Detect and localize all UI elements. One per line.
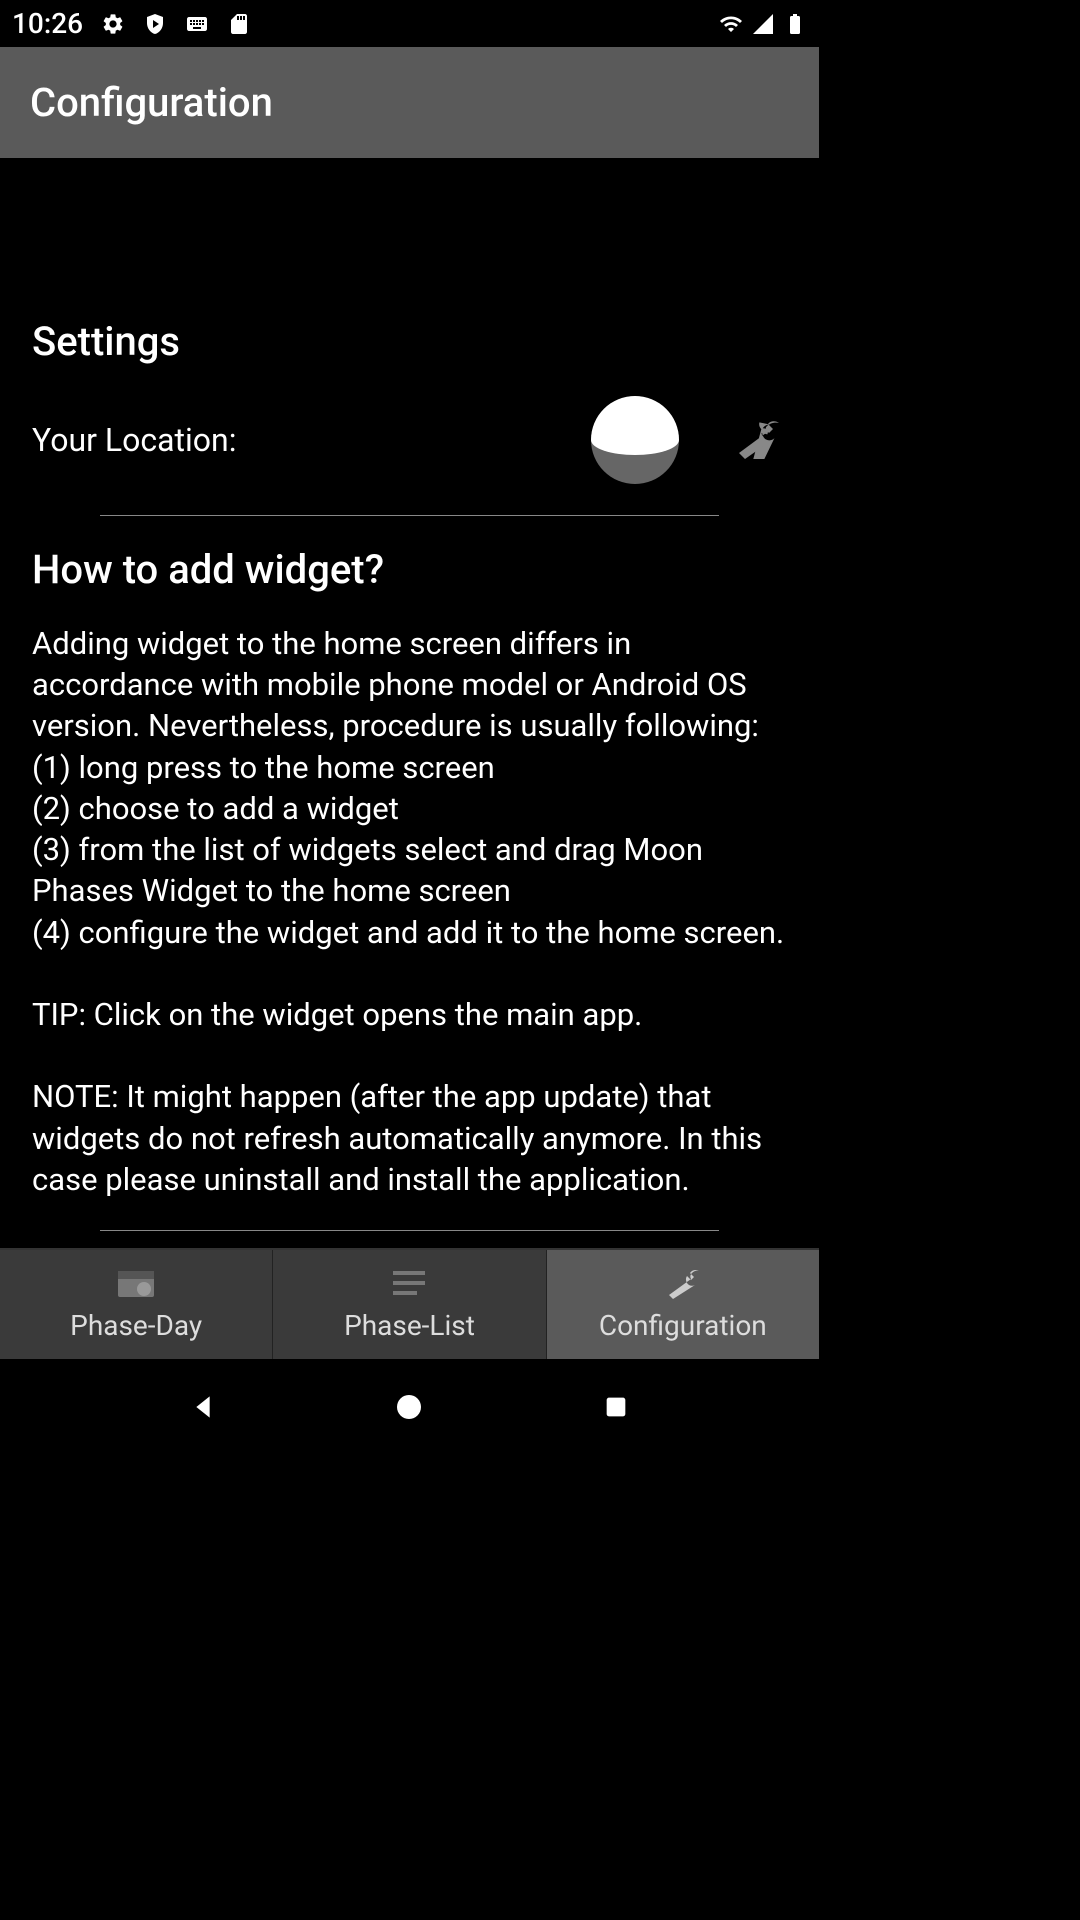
back-button[interactable] [179, 1383, 227, 1431]
play-shield-icon [143, 12, 167, 36]
home-button[interactable] [385, 1383, 433, 1431]
location-icons [590, 395, 787, 485]
list-icon [387, 1267, 431, 1299]
status-right-group [719, 12, 807, 36]
location-row: Your Location: [32, 395, 787, 485]
sd-card-icon [227, 12, 251, 36]
gear-icon [101, 12, 125, 36]
wifi-icon [719, 12, 743, 36]
recent-button[interactable] [592, 1383, 640, 1431]
status-time: 10:26 [12, 7, 83, 40]
page-title: Configuration [30, 79, 273, 126]
recent-icon [602, 1393, 630, 1421]
wrench-icon[interactable] [735, 421, 787, 459]
location-label: Your Location: [32, 421, 236, 459]
settings-heading: Settings [32, 318, 787, 365]
keyboard-icon [185, 12, 209, 36]
back-icon [187, 1391, 219, 1423]
divider [100, 515, 719, 516]
content-area: Settings Your Location: How to add widge… [0, 158, 819, 1248]
moon-phase-icon[interactable] [590, 395, 680, 485]
wrench-icon [661, 1267, 705, 1299]
calendar-icon [114, 1267, 158, 1299]
tab-label: Configuration [599, 1309, 767, 1342]
howto-body: Adding widget to the home screen differs… [32, 623, 787, 1200]
tab-label: Phase-List [344, 1309, 475, 1342]
divider [100, 1230, 719, 1231]
tab-phase-list[interactable]: Phase-List [273, 1250, 545, 1359]
app-bar: Configuration [0, 47, 819, 158]
bottom-nav: Phase-Day Phase-List Configuration [0, 1248, 819, 1359]
tab-phase-day[interactable]: Phase-Day [0, 1250, 272, 1359]
status-bar: 10:26 [0, 0, 819, 47]
home-icon [393, 1391, 425, 1423]
battery-icon [783, 12, 807, 36]
system-nav-bar [0, 1359, 819, 1455]
status-left-group: 10:26 [12, 7, 251, 40]
signal-icon [751, 12, 775, 36]
tab-configuration[interactable]: Configuration [547, 1250, 819, 1359]
tab-label: Phase-Day [70, 1309, 202, 1342]
howto-heading: How to add widget? [32, 546, 787, 593]
